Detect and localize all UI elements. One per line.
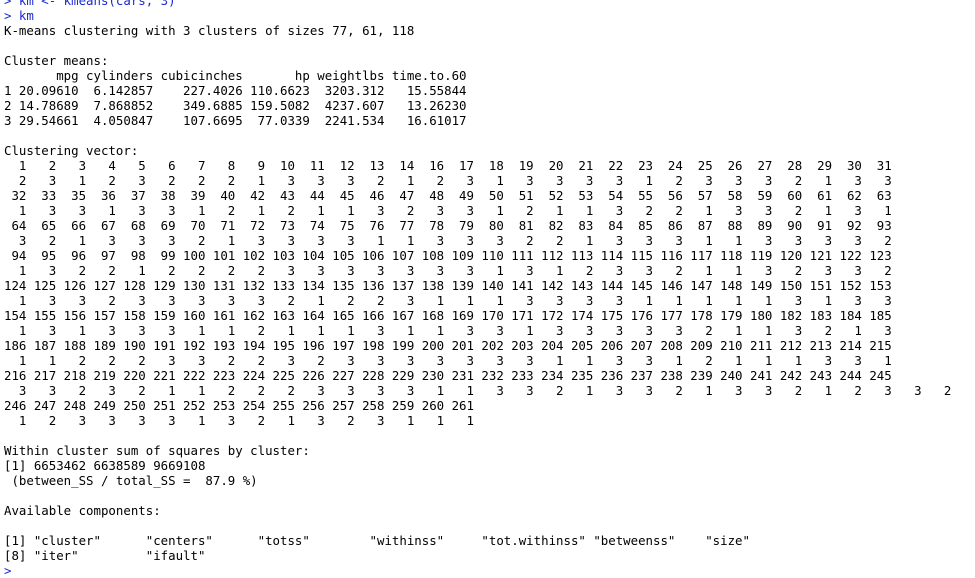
kmeans-header: K-means clustering with 3 clusters of si… — [4, 23, 415, 38]
command-line: > km — [4, 8, 34, 23]
clustering-vector-title: Clustering vector: — [4, 143, 139, 158]
input-prompt[interactable]: > — [4, 563, 972, 578]
cluster-means-row: 1 20.09610 6.142857 227.4026 110.6623 32… — [4, 83, 467, 98]
components-row: [8] "iter" "ifault" — [4, 548, 206, 563]
vector-index-row: 94 95 96 97 98 99 100 101 102 103 104 10… — [4, 248, 892, 263]
vector-value-row: 3 3 2 3 2 1 1 2 2 2 3 3 3 3 1 1 3 3 2 1 … — [4, 383, 952, 398]
cluster-means-row: 2 14.78689 7.868852 349.6885 159.5082 42… — [4, 98, 467, 113]
withinss-values: [1] 6653462 6638589 9669108 — [4, 458, 206, 473]
r-console[interactable]: > km <- kmeans(cars, 3) > km K-means clu… — [4, 0, 972, 578]
between-total-ratio: (between_SS / total_SS = 87.9 %) — [4, 473, 258, 488]
cluster-means-header: mpg cylinders cubicinches hp weightlbs t… — [4, 68, 467, 83]
vector-value-row: 2 3 1 2 3 2 2 2 1 3 3 3 2 1 2 3 1 3 3 3 … — [4, 173, 892, 188]
vector-index-row: 124 125 126 127 128 129 130 131 132 133 … — [4, 278, 892, 293]
vector-index-row: 32 33 35 36 37 38 39 40 42 43 44 45 46 4… — [4, 188, 892, 203]
components-row: [1] "cluster" "centers" "totss" "withins… — [4, 533, 750, 548]
vector-value-row: 1 3 2 2 1 2 2 2 2 3 3 3 3 3 3 3 1 3 1 2 … — [4, 263, 892, 278]
components-title: Available components: — [4, 503, 161, 518]
vector-value-row: 1 2 3 3 3 3 1 3 2 1 3 2 3 1 1 1 — [4, 413, 474, 428]
vector-index-row: 1 2 3 4 5 6 7 8 9 10 11 12 13 14 16 17 1… — [4, 158, 892, 173]
vector-value-row: 1 3 3 2 3 3 3 3 3 2 1 2 2 3 1 1 1 3 3 3 … — [4, 293, 892, 308]
cluster-means-title: Cluster means: — [4, 53, 109, 68]
vector-index-row: 64 65 66 67 68 69 70 71 72 73 74 75 76 7… — [4, 218, 892, 233]
vector-index-row: 186 187 188 189 190 191 192 193 194 195 … — [4, 338, 892, 353]
vector-value-row: 1 1 2 2 2 3 3 2 2 3 2 3 3 3 3 3 3 3 1 1 … — [4, 353, 892, 368]
vector-value-row: 1 3 3 1 3 3 1 2 1 2 1 1 3 2 3 3 1 2 1 1 … — [4, 203, 892, 218]
vector-index-row: 154 155 156 157 158 159 160 161 162 163 … — [4, 308, 892, 323]
previous-command-line: > km <- kmeans(cars, 3) — [4, 0, 176, 8]
vector-index-row: 246 247 248 249 250 251 252 253 254 255 … — [4, 398, 474, 413]
cluster-means-row: 3 29.54661 4.050847 107.6695 77.0339 224… — [4, 113, 467, 128]
vector-value-row: 1 3 1 3 3 3 1 1 2 1 1 1 3 1 1 3 3 1 3 3 … — [4, 323, 892, 338]
vector-index-row: 216 217 218 219 220 221 222 223 224 225 … — [4, 368, 892, 383]
vector-value-row: 3 2 1 3 3 3 2 1 3 3 3 3 1 1 3 3 3 2 2 1 … — [4, 233, 892, 248]
withinss-title: Within cluster sum of squares by cluster… — [4, 443, 310, 458]
